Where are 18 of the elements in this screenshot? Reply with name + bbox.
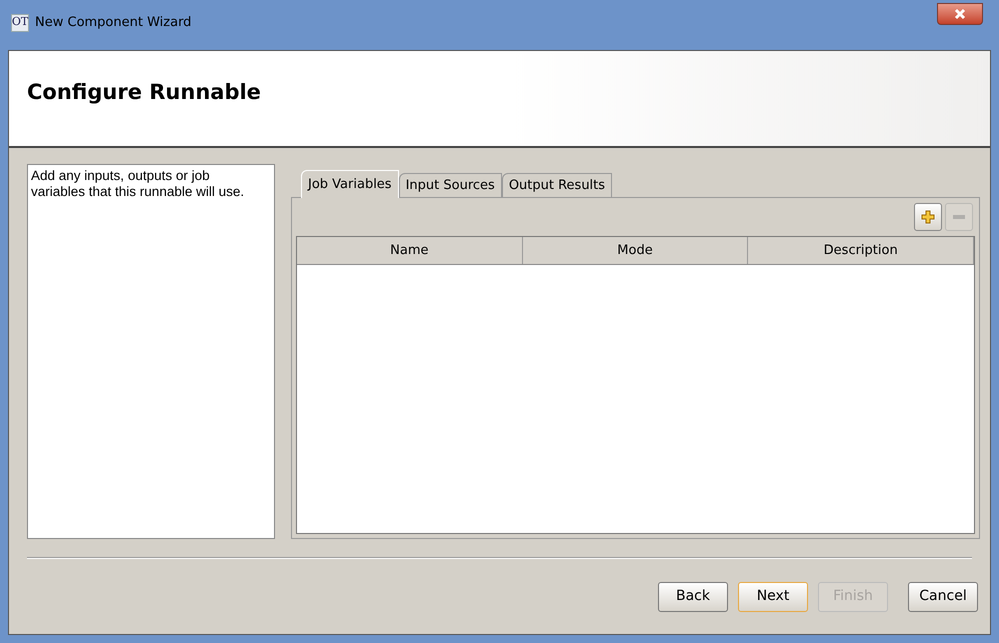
- app-icon: OT: [11, 14, 29, 32]
- wizard-button[interactable]: Next: [738, 582, 808, 612]
- wizard-button[interactable]: Back: [658, 582, 728, 612]
- minus-icon: [953, 215, 965, 219]
- column-header[interactable]: Mode: [522, 237, 748, 264]
- close-button[interactable]: [937, 3, 983, 25]
- tab[interactable]: Output Results: [502, 173, 612, 197]
- tab[interactable]: Input Sources: [398, 173, 502, 197]
- window-title: New Component Wizard: [35, 14, 192, 32]
- description-text: Add any inputs, outputs or job variables that this runnable will use.: [31, 168, 246, 200]
- column-header[interactable]: Name: [297, 237, 523, 264]
- tab[interactable]: Job Variables: [301, 170, 399, 198]
- add-button[interactable]: [914, 203, 942, 231]
- page-title: Configure Runnable: [27, 79, 261, 106]
- close-icon: [954, 8, 966, 20]
- column-header[interactable]: Description: [748, 237, 974, 264]
- cancel-button[interactable]: Cancel: [908, 582, 978, 612]
- plus-icon: [921, 210, 935, 224]
